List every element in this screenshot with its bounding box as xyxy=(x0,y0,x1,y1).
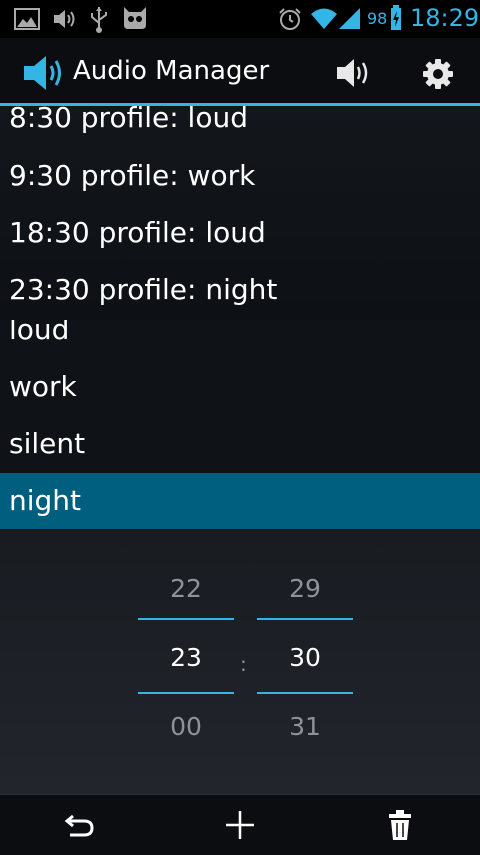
hour-prev[interactable]: 22 xyxy=(138,574,234,603)
app-title: Audio Manager xyxy=(73,56,270,86)
action-bar: Audio Manager xyxy=(0,38,480,106)
hour-divider-top xyxy=(138,618,234,620)
volume-icon[interactable] xyxy=(334,55,374,95)
profile-item[interactable]: work xyxy=(0,359,480,415)
time-separator: : xyxy=(240,652,247,676)
hour-divider-bottom xyxy=(138,692,234,694)
hour-current[interactable]: 23 xyxy=(138,643,234,672)
undo-button[interactable] xyxy=(0,795,160,855)
usb-icon xyxy=(88,5,110,37)
minute-current[interactable]: 30 xyxy=(257,643,353,672)
profile-item[interactable]: loud xyxy=(0,320,480,358)
profile-list[interactable]: loud work silent night xyxy=(0,320,480,530)
profile-item-selected[interactable]: night xyxy=(0,473,480,529)
schedule-item[interactable]: 23:30 profile: night xyxy=(9,273,277,306)
time-picker: 22 23 00 : 29 30 31 xyxy=(0,530,480,794)
settings-icon[interactable] xyxy=(422,58,454,94)
minute-prev[interactable]: 29 xyxy=(257,574,353,603)
schedule-list[interactable]: 8:30 profile: loud 9:30 profile: work 18… xyxy=(0,106,480,321)
battery-charging-icon xyxy=(390,5,402,35)
wifi-icon xyxy=(310,6,338,34)
gallery-icon xyxy=(14,8,40,34)
alarm-icon xyxy=(278,7,302,35)
cyanogen-icon xyxy=(120,5,150,35)
battery-level: 98 xyxy=(367,9,388,28)
volume-icon xyxy=(52,7,78,35)
clock: 18:29 xyxy=(410,4,480,32)
signal-icon xyxy=(338,6,362,34)
profile-item[interactable]: silent xyxy=(0,416,480,472)
hour-picker[interactable]: 22 23 00 xyxy=(138,530,234,794)
minute-divider-bottom xyxy=(257,692,353,694)
hour-next[interactable]: 00 xyxy=(138,712,234,741)
minute-picker[interactable]: 29 30 31 xyxy=(257,530,353,794)
schedule-item[interactable]: 18:30 profile: loud xyxy=(9,216,266,249)
speaker-logo-icon[interactable] xyxy=(22,54,66,96)
add-button[interactable] xyxy=(160,795,320,855)
schedule-item[interactable]: 8:30 profile: loud xyxy=(9,106,248,134)
bottom-action-bar xyxy=(0,794,480,855)
status-bar: 98 18:29 xyxy=(0,0,480,38)
delete-button[interactable] xyxy=(320,795,480,855)
minute-next[interactable]: 31 xyxy=(257,712,353,741)
schedule-item[interactable]: 9:30 profile: work xyxy=(9,159,255,192)
minute-divider-top xyxy=(257,618,353,620)
